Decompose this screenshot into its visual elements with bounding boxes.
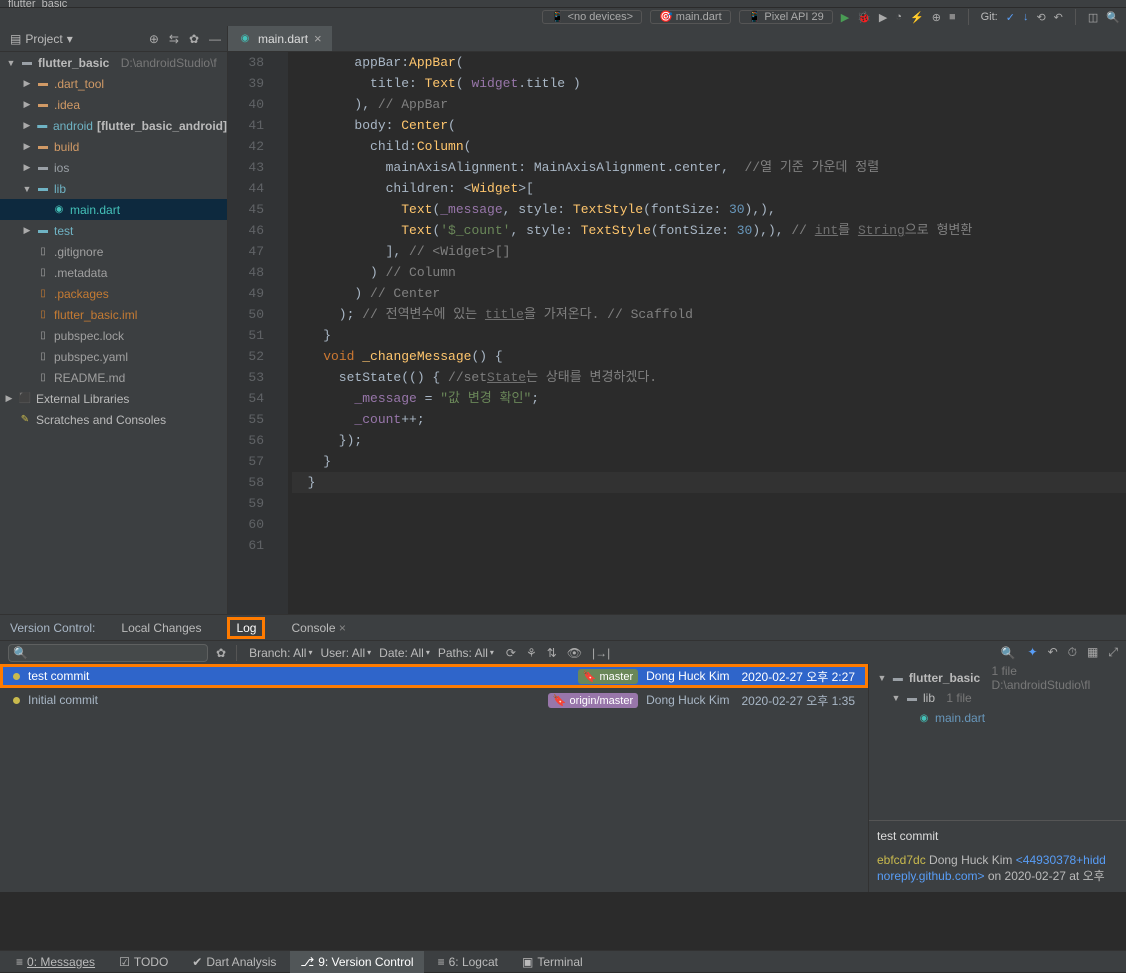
main-toolbar: 📱 <no devices> 🎯 main.dart 📱 Pixel API 2… xyxy=(0,8,1126,26)
branch-tag: 🔖 master xyxy=(578,669,638,684)
commit-title: test commit xyxy=(877,829,1118,843)
tab-dart-analysis[interactable]: ✔ Dart Analysis xyxy=(182,951,286,973)
git-revert-icon[interactable]: ↶ xyxy=(1054,11,1063,24)
tree-item[interactable]: ▶▬.dart_tool xyxy=(0,73,227,94)
intellisort-icon[interactable]: ⇅ xyxy=(547,646,557,660)
expand-icon[interactable]: ⤢ xyxy=(1108,645,1118,660)
close-tab-icon[interactable]: × xyxy=(314,31,322,46)
line-gutter: 38 39 40 41 42 43 44 45 46 47 48 49 50 5… xyxy=(228,52,272,614)
fold-column[interactable] xyxy=(272,52,288,614)
project-tool-window[interactable]: ▤ Project ▾ ⊕ ⇆ ✿ — ▼▬flutter_basic D:\a… xyxy=(0,26,228,614)
coverage-icon[interactable]: ▶ xyxy=(879,11,887,24)
editor-tab-main[interactable]: ◉ main.dart × xyxy=(228,26,332,51)
goto-icon[interactable]: |→| xyxy=(592,646,610,660)
tab-version-control[interactable]: ⎇ 9: Version Control xyxy=(290,951,423,973)
status-bar: ≡ 0: Messages ☑ TODO ✔ Dart Analysis ⎇ 9… xyxy=(0,950,1126,972)
commit-row[interactable]: Initial commit 🔖 origin/master Dong Huck… xyxy=(0,688,868,712)
branch-filter[interactable]: Branch: All ▾ xyxy=(249,646,312,660)
vc-filter-row: 🔍 ✿ Branch: All ▾ User: All ▾ Date: All … xyxy=(0,640,1126,664)
debug-icon[interactable]: 🐞 xyxy=(857,11,871,24)
tab-messages[interactable]: ≡ 0: Messages xyxy=(6,951,105,973)
tree-item[interactable]: ▯README.md xyxy=(0,367,227,388)
external-libraries[interactable]: ▶⬛External Libraries xyxy=(0,388,227,409)
paths-filter[interactable]: Paths: All ▾ xyxy=(438,646,494,660)
tree-item[interactable]: ▶▬build xyxy=(0,136,227,157)
tab-todo[interactable]: ☑ TODO xyxy=(109,951,178,973)
details-file[interactable]: ◉main.dart xyxy=(877,708,1118,728)
git-label: Git: xyxy=(981,11,998,23)
title-bar: flutter_basic xyxy=(0,0,1126,8)
commit-row[interactable]: test commit 🔖 master Dong Huck Kim 2020-… xyxy=(0,664,868,688)
details-root[interactable]: ▼▬flutter_basic 1 file D:\androidStudio\… xyxy=(877,668,1118,688)
tree-item[interactable]: ▶▬android [flutter_basic_android] xyxy=(0,115,227,136)
tree-root[interactable]: ▼▬flutter_basic D:\androidStudio\f xyxy=(0,52,227,73)
refresh-icon[interactable]: ⟳ xyxy=(506,646,516,660)
git-pull-icon[interactable]: ↓ xyxy=(1023,11,1029,23)
scratches[interactable]: ✎Scratches and Consoles xyxy=(0,409,227,430)
vc-filter-settings-icon[interactable]: ✿ xyxy=(216,646,226,660)
vc-label: Version Control: xyxy=(10,621,95,635)
tree-item[interactable]: ▯pubspec.lock xyxy=(0,325,227,346)
git-update-icon[interactable]: ✓ xyxy=(1006,11,1015,24)
branch-tag: 🔖 origin/master xyxy=(548,693,638,708)
tab-terminal[interactable]: ▣ Terminal xyxy=(512,951,593,973)
run-config-selector[interactable]: 🎯 main.dart xyxy=(650,10,731,24)
device-selector[interactable]: 📱 <no devices> xyxy=(542,10,642,24)
tree-item[interactable]: ▯.metadata xyxy=(0,262,227,283)
pin-icon[interactable]: ✦ xyxy=(1028,645,1038,660)
code-area[interactable]: appBar:AppBar( title: Text( widget.title… xyxy=(288,52,1126,614)
emulator-selector[interactable]: 📱 Pixel API 29 xyxy=(739,10,833,24)
preview-icon[interactable]: 👁 xyxy=(567,646,582,660)
tab-logcat[interactable]: ≡ 6: Logcat xyxy=(428,951,508,973)
tree-item[interactable]: ▯.packages xyxy=(0,283,227,304)
tree-item[interactable]: ▯pubspec.yaml xyxy=(0,346,227,367)
undo-icon[interactable]: ↶ xyxy=(1048,645,1058,660)
vc-tab-console[interactable]: Console × xyxy=(283,617,353,639)
commit-meta: ebfcd7dc Dong Huck Kim <44930378+hidd xyxy=(877,853,1118,867)
commit-message-panel: test commit ebfcd7dc Dong Huck Kim <4493… xyxy=(869,820,1126,892)
project-view-selector[interactable]: ▤ Project ▾ xyxy=(6,32,77,46)
tree-item[interactable]: ▶▬.idea xyxy=(0,94,227,115)
tree-item[interactable]: ▯.gitignore xyxy=(0,241,227,262)
target-icon[interactable]: ⊕ xyxy=(149,32,159,46)
vc-tab-local[interactable]: Local Changes xyxy=(113,617,209,639)
stop-icon[interactable]: ■ xyxy=(949,11,956,23)
dart-file-icon: ◉ xyxy=(238,32,252,46)
user-filter[interactable]: User: All ▾ xyxy=(320,646,371,660)
group-icon[interactable]: ▦ xyxy=(1087,645,1098,660)
hot-reload-icon[interactable]: ⚡ xyxy=(910,11,924,24)
collapse-icon[interactable]: ⇆ xyxy=(169,32,179,46)
settings-icon[interactable]: ✿ xyxy=(189,32,199,46)
tree-item[interactable]: ▶▬ios xyxy=(0,157,227,178)
date-filter[interactable]: Date: All ▾ xyxy=(379,646,430,660)
vc-log-area: test commit 🔖 master Dong Huck Kim 2020-… xyxy=(0,664,1126,892)
tree-item[interactable]: ◉main.dart xyxy=(0,199,227,220)
tab-label: main.dart xyxy=(258,32,308,46)
commit-details-panel: ▼▬flutter_basic 1 file D:\androidStudio\… xyxy=(868,664,1126,892)
history-icon[interactable]: ⏱ xyxy=(1068,645,1077,660)
layout-icon[interactable]: ◫ xyxy=(1088,11,1098,24)
close-console-icon[interactable]: × xyxy=(339,621,346,635)
tree-item[interactable]: ▼▬lib xyxy=(0,178,227,199)
details-search-icon[interactable]: 🔍 xyxy=(1001,646,1016,660)
tree-item[interactable]: ▯flutter_basic.iml xyxy=(0,304,227,325)
version-control-header: Version Control: Local Changes Log Conso… xyxy=(0,614,1126,640)
attach-icon[interactable]: ⊕ xyxy=(932,11,941,24)
search-everywhere-icon[interactable]: 🔍 xyxy=(1106,11,1120,24)
vc-search-input[interactable]: 🔍 xyxy=(8,644,208,662)
run-icon[interactable]: ▶ xyxy=(841,11,849,24)
commit-list[interactable]: test commit 🔖 master Dong Huck Kim 2020-… xyxy=(0,664,868,892)
editor-body[interactable]: 38 39 40 41 42 43 44 45 46 47 48 49 50 5… xyxy=(228,52,1126,614)
editor: ◉ main.dart × 38 39 40 41 42 43 44 45 46… xyxy=(228,26,1126,614)
vc-tab-log[interactable]: Log xyxy=(227,617,265,639)
commit-meta2: noreply.github.com> on 2020-02-27 at 오후 xyxy=(877,867,1118,884)
editor-tabs: ◉ main.dart × xyxy=(228,26,1126,52)
git-history-icon[interactable]: ⟲ xyxy=(1036,11,1045,24)
profile-icon[interactable]: ◔ xyxy=(895,11,902,23)
hide-icon[interactable]: — xyxy=(209,32,221,46)
tree-item[interactable]: ▶▬test xyxy=(0,220,227,241)
cherry-pick-icon[interactable]: ⚘ xyxy=(526,646,537,660)
